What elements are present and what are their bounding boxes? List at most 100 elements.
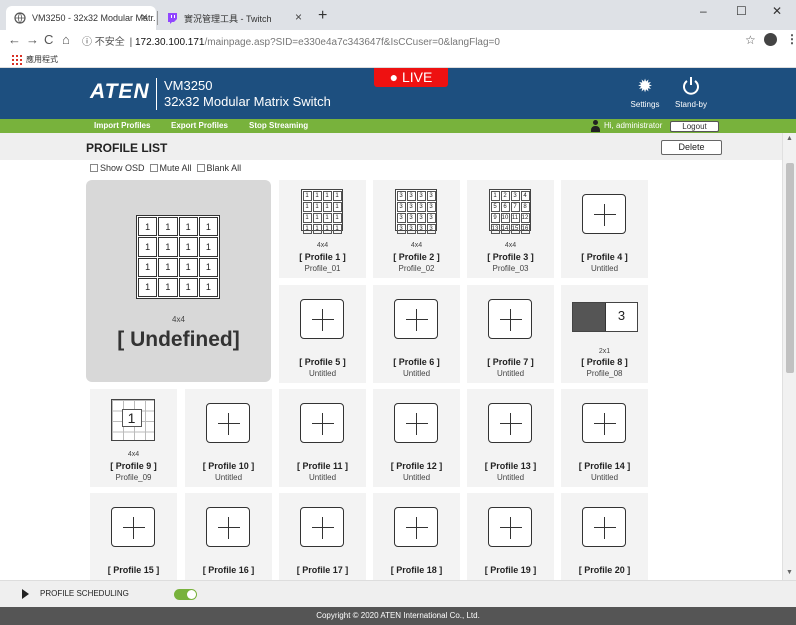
app-header: ATEN VM3250 32x32 Modular Matrix Switch …	[0, 68, 796, 119]
scheduling-bar: PROFILE SCHEDULING	[0, 580, 796, 607]
checkbox-box[interactable]	[90, 164, 98, 172]
close-tab-icon[interactable]: ×	[295, 10, 302, 24]
close-tab-icon[interactable]: ×	[141, 10, 148, 24]
layout-cell: 1	[198, 237, 218, 257]
show-osd-checkbox[interactable]: Show OSD	[90, 163, 145, 173]
profile-card-6[interactable]: [ Profile 6 ] Untitled	[373, 285, 460, 383]
apps-grid-icon[interactable]	[12, 55, 22, 65]
checkbox-box[interactable]	[196, 164, 205, 172]
profile-name: [ Profile 8 ]	[581, 357, 628, 367]
profile-card-11[interactable]: [ Profile 11 ] Untitled	[279, 389, 366, 487]
profile-card-15[interactable]: [ Profile 15 ]	[90, 493, 177, 580]
add-profile-icon[interactable]	[488, 299, 532, 339]
show-osd-label: Show OSD	[100, 163, 145, 173]
add-profile-icon[interactable]	[582, 507, 626, 547]
layout-cell: 2	[500, 190, 510, 201]
profile-name: [ Profile 16 ]	[202, 565, 255, 575]
profile-card-19[interactable]: [ Profile 19 ]	[467, 493, 554, 580]
layout-cell: 1	[302, 190, 312, 201]
add-profile-icon[interactable]	[488, 507, 532, 547]
profile-card-10[interactable]: [ Profile 10 ] Untitled	[185, 389, 272, 487]
standby-label: Stand-by	[674, 100, 708, 109]
scroll-up-icon[interactable]: ▲	[786, 135, 793, 142]
back-icon[interactable]: ←	[8, 32, 21, 48]
add-profile-icon[interactable]	[300, 299, 344, 339]
add-profile-icon[interactable]	[582, 403, 626, 443]
profile-name: [ Profile 15 ]	[107, 565, 160, 575]
info-icon[interactable]: ⓘ	[82, 37, 92, 48]
apps-bookmark[interactable]: 應用程式	[26, 54, 58, 65]
browser-tab-active[interactable]: VM3250 - 32x32 Modular Matr... ×	[6, 6, 156, 30]
add-profile-icon[interactable]	[394, 299, 438, 339]
layout-cell: 1	[312, 212, 322, 223]
profile-card-5[interactable]: [ Profile 5 ] Untitled	[279, 285, 366, 383]
new-tab-button[interactable]: +	[318, 8, 327, 24]
layout-cell: 3	[406, 212, 416, 223]
layout-cell: 3	[406, 190, 416, 201]
home-icon[interactable]: ⌂	[62, 32, 70, 48]
profile-description: Untitled	[590, 264, 619, 273]
url-separator: |	[129, 37, 133, 48]
scrollbar[interactable]: ▲ ▼	[782, 133, 796, 580]
maximize-button[interactable]: ☐	[736, 4, 747, 18]
export-profiles-link[interactable]: Export Profiles	[171, 121, 228, 130]
scheduling-toggle[interactable]	[174, 589, 197, 600]
profile-card-16[interactable]: [ Profile 16 ]	[185, 493, 272, 580]
stop-streaming-link[interactable]: Stop Streaming	[249, 121, 308, 130]
profile-description: Untitled	[496, 473, 525, 482]
profile-card-9[interactable]: 1 4x4 [ Profile 9 ] Profile_09	[90, 389, 177, 487]
reload-icon[interactable]: C	[44, 32, 53, 48]
expand-arrow-icon[interactable]	[22, 589, 29, 599]
import-profiles-link[interactable]: Import Profiles	[94, 121, 150, 130]
profile-card-20[interactable]: [ Profile 20 ]	[561, 493, 648, 580]
browser-tab-twitch[interactable]: 實況管理工具 - Twitch ×	[158, 6, 310, 30]
layout-cell: 1	[198, 277, 218, 297]
bookmark-star-icon[interactable]: ☆	[745, 33, 756, 47]
profile-card-1[interactable]: 1 1 1 1 1 1 1 1 1 1 1 1 1 1 1 1 4x4[ Profile 1 ] Profile_…	[279, 180, 366, 278]
add-profile-icon[interactable]	[394, 507, 438, 547]
layout-cell: 1	[490, 190, 500, 201]
current-profile-card[interactable]: 1111111111111111 4x4 [ Undefined]	[86, 180, 271, 382]
profile-card-7[interactable]: [ Profile 7 ] Untitled	[467, 285, 554, 383]
profile-card-17[interactable]: [ Profile 17 ]	[279, 493, 366, 580]
add-profile-icon[interactable]	[488, 403, 532, 443]
layout-cell: 3	[416, 223, 426, 234]
globe-icon	[14, 12, 26, 24]
toggle-knob	[187, 590, 196, 599]
layout-cell: 3	[396, 212, 406, 223]
logout-button[interactable]: Logout	[670, 121, 719, 132]
mute-all-checkbox[interactable]: Mute All	[149, 163, 192, 173]
add-profile-icon[interactable]	[206, 403, 250, 443]
profile-card-14[interactable]: [ Profile 14 ] Untitled	[561, 389, 648, 487]
forward-icon[interactable]: →	[26, 32, 39, 48]
layout-cell: 1	[178, 257, 198, 277]
profile-card-18[interactable]: [ Profile 18 ]	[373, 493, 460, 580]
add-profile-icon[interactable]	[300, 507, 344, 547]
layout-cell: 8	[520, 201, 530, 212]
standby-button[interactable]: Stand-by	[671, 76, 711, 109]
scroll-thumb[interactable]	[786, 163, 794, 373]
minimize-button[interactable]: –	[700, 4, 707, 18]
close-window-button[interactable]: ✕	[772, 4, 782, 18]
add-profile-icon[interactable]	[111, 507, 155, 547]
address-bar[interactable]: ⓘ 不安全 | 172.30.100.171/mainpage.asp?SID=…	[82, 33, 500, 48]
scheduling-label[interactable]: PROFILE SCHEDULING	[40, 589, 129, 598]
add-profile-icon[interactable]	[394, 403, 438, 443]
scroll-down-icon[interactable]: ▼	[786, 569, 793, 576]
delete-button[interactable]: Delete	[661, 140, 722, 155]
profile-card-3[interactable]: 1 2 3 4 5 6 7 8 9 10 11 12 13 14 15 16 4x4[ Profile 3 ] P…	[467, 180, 554, 278]
blank-all-checkbox[interactable]: Blank All	[196, 163, 241, 173]
profile-card-12[interactable]: [ Profile 12 ] Untitled	[373, 389, 460, 487]
checkbox-box[interactable]	[149, 164, 158, 172]
layout-label: 4x4	[127, 451, 140, 458]
browser-menu-icon[interactable]: ⋮	[786, 32, 796, 46]
profile-card-4[interactable]: [ Profile 4 ] Untitled	[561, 180, 648, 278]
profile-card-8[interactable]: 3 2x1 [ Profile 8 ] Profile_08	[561, 285, 648, 383]
add-profile-icon[interactable]	[582, 194, 626, 234]
account-icon[interactable]	[764, 33, 777, 46]
profile-card-2[interactable]: 3 3 3 3 3 3 3 3 3 3 3 3 3 3 3 3 4x4[ Profile 2 ] Profile_…	[373, 180, 460, 278]
profile-card-13[interactable]: [ Profile 13 ] Untitled	[467, 389, 554, 487]
add-profile-icon[interactable]	[206, 507, 250, 547]
settings-button[interactable]: ✹ Settings	[625, 76, 665, 109]
add-profile-icon[interactable]	[300, 403, 344, 443]
